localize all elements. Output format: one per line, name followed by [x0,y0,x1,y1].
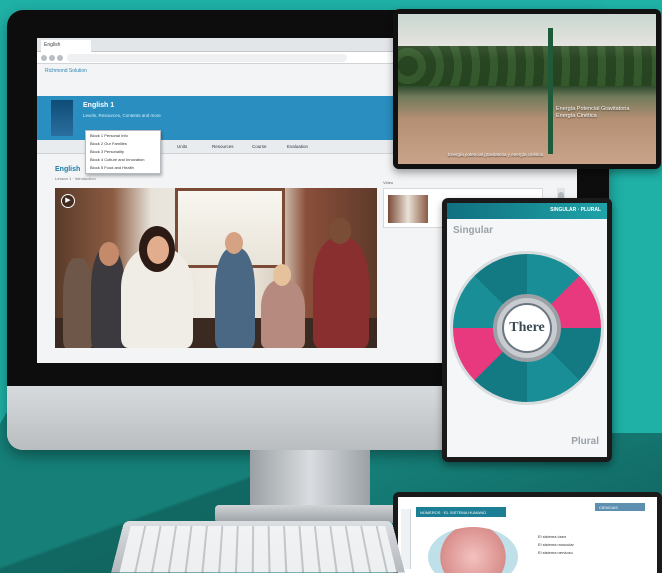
address-bar[interactable] [67,54,347,62]
pole [548,28,553,154]
lesson-video[interactable]: ▶ [55,188,377,348]
person-figure [215,248,255,348]
dropdown-item[interactable]: Block 3 Personality [86,148,160,156]
lesson-subtitle: Lesson 1 · Introduction [55,176,96,181]
grammar-header: SINGULAR · PLURAL [447,203,607,219]
menu-item-resources[interactable]: Resources [212,144,234,149]
science-header: NÚMEROS · EL SISTEMA HUMANO [416,507,506,517]
landscape-tablet: Energía Potencial Gravitatoria Energía C… [393,9,661,169]
science-screen: NÚMEROS · EL SISTEMA HUMANO CIENCIAS El … [398,497,657,573]
video-thumbnail[interactable] [388,195,428,223]
browser-tab[interactable]: English [41,40,91,52]
app-subtitle: Richmond Solution [45,68,87,74]
menu-item-course[interactable]: Course [252,144,267,149]
blocks-dropdown: Block 1 Personal Info Block 2 Our Famili… [85,130,161,174]
dropdown-item[interactable]: Block 4 Culture and Innovation [86,156,160,164]
topic-item[interactable]: El sistema óseo [538,533,574,541]
physics-video-screen[interactable]: Energía Potencial Gravitatoria Energía C… [398,14,656,164]
lesson-title: English [55,166,80,173]
course-title: English 1 [83,102,114,109]
keyboard-keys [119,526,396,573]
side-toolbar[interactable] [401,509,411,569]
bottom-tablet: NÚMEROS · EL SISTEMA HUMANO CIENCIAS El … [393,492,662,573]
topic-item[interactable]: El sistema nervioso [538,549,574,557]
wheel-center-word[interactable]: There [502,303,552,353]
forward-icon[interactable] [49,55,55,61]
header-label: SINGULAR · PLURAL [550,207,601,213]
side-panel-label: Video [383,180,393,185]
subject-badge: CIENCIAS [595,503,645,511]
energy-heading: Energía Potencial Gravitatoria Energía C… [556,106,646,120]
back-icon[interactable] [41,55,47,61]
plural-label: Plural [571,436,599,447]
person-figure [313,238,369,348]
course-cover [51,100,73,136]
portrait-tablet: SINGULAR · PLURAL Singular There Plural [442,198,612,462]
grammar-wheel-screen: SINGULAR · PLURAL Singular There Plural [447,203,607,457]
menu-item-units[interactable]: Units [177,144,187,149]
dropdown-item[interactable]: Block 5 Food and Health [86,164,160,172]
energy-title: Energía Potencial Gravitatoria [556,106,646,113]
reload-icon[interactable] [57,55,63,61]
energy-subtitle: Energía Cinética [556,113,646,120]
topic-list: El sistema óseo El sistema muscular El s… [538,533,574,557]
monitor-stand [250,450,370,512]
dropdown-item[interactable]: Block 2 Our Families [86,140,160,148]
topic-item[interactable]: El sistema muscular [538,541,574,549]
dropdown-item[interactable]: Block 1 Personal Info [86,132,160,140]
keyboard [111,521,405,573]
anatomy-image [428,527,518,573]
course-subtitle: Levels, Resources, Contents and more [83,113,233,118]
person-figure [63,258,93,348]
person-figure [261,280,305,348]
menu-item-evaluation[interactable]: Evaluation [287,144,308,149]
video-caption: Energía potencial gravitatoria y energía… [448,152,543,157]
singular-label: Singular [453,225,493,236]
play-icon[interactable]: ▶ [61,194,75,208]
